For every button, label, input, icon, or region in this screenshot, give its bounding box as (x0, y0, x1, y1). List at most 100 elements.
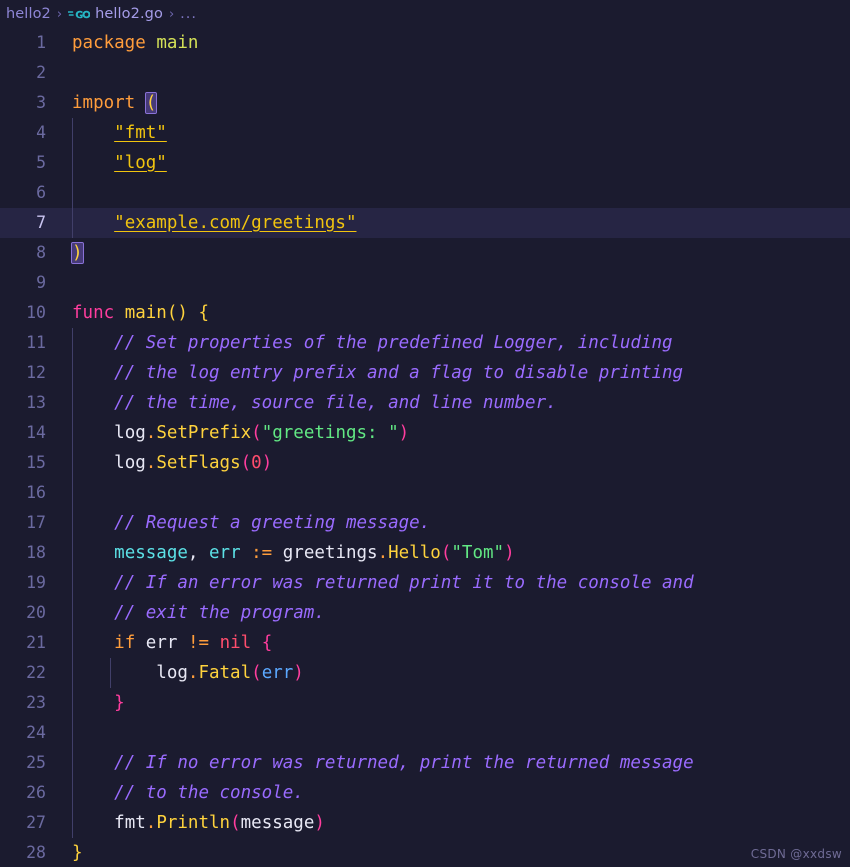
line-content: log.Fatal(err) (68, 658, 850, 688)
code-line[interactable]: 6 (0, 178, 850, 208)
code-line[interactable]: 24 (0, 718, 850, 748)
indent-guide (72, 808, 73, 838)
indent-guide (72, 418, 73, 448)
code-line[interactable]: 3 import ( (0, 88, 850, 118)
line-content: import ( (68, 88, 850, 118)
line-number: 7 (36, 213, 46, 232)
line-number: 21 (26, 633, 46, 652)
token-variable: err (209, 543, 241, 563)
token-bracket-close: ) (71, 242, 84, 264)
token-variable: message (114, 543, 188, 563)
line-content: // to the console. (68, 778, 850, 808)
token-brace-open: { (261, 633, 273, 653)
line-number: 6 (36, 183, 46, 202)
indent-guide (110, 658, 111, 688)
code-line[interactable]: 4 "fmt" (0, 118, 850, 148)
line-number: 5 (36, 153, 46, 172)
token-package: greetings (282, 543, 378, 563)
editor-window: hello2 › hello2.go › ... 1 package main … (0, 0, 850, 867)
line-number: 10 (26, 303, 46, 322)
code-line[interactable]: 15 log.SetFlags(0) (0, 448, 850, 478)
code-line[interactable]: 26 // to the console. (0, 778, 850, 808)
line-content: log.SetFlags(0) (68, 448, 850, 478)
code-line[interactable]: 10 func main() { (0, 298, 850, 328)
code-line[interactable]: 25 // If no error was returned, print th… (0, 748, 850, 778)
code-line[interactable]: 28 } (0, 838, 850, 867)
token-paren-close: ) (314, 813, 325, 833)
breadcrumb-overflow[interactable]: ... (180, 6, 197, 22)
code-line[interactable]: 18 message, err := greetings.Hello("Tom"… (0, 538, 850, 568)
token-object: log (114, 423, 146, 443)
line-number: 3 (36, 93, 46, 112)
token-comment: // If no error was returned, print the r… (114, 753, 694, 773)
breadcrumb-folder[interactable]: hello2 (6, 6, 51, 22)
code-line[interactable]: 16 (0, 478, 850, 508)
code-line[interactable]: 5 "log" (0, 148, 850, 178)
code-line[interactable]: 22 log.Fatal(err) (0, 658, 850, 688)
line-number: 16 (26, 483, 46, 502)
token-brace-close: } (114, 693, 125, 713)
token-comment: // If an error was returned print it to … (114, 573, 694, 593)
breadcrumb-separator-1: › (56, 6, 63, 22)
code-line[interactable]: 2 (0, 58, 850, 88)
token-comment: // exit the program. (114, 603, 325, 623)
indent-guide (72, 448, 73, 478)
breadcrumb-file[interactable]: hello2.go (95, 6, 163, 22)
token-keyword: if (114, 633, 136, 653)
line-number: 13 (26, 393, 46, 412)
code-line-active[interactable]: 7 "example.com/greetings" (0, 208, 850, 238)
token-method: Fatal (198, 663, 252, 683)
breadcrumb: hello2 › hello2.go › ... (0, 0, 850, 28)
line-number: 4 (36, 123, 46, 142)
token-keyword: package (72, 33, 146, 53)
token-nil: nil (219, 633, 252, 653)
line-content: ) (68, 238, 850, 268)
indent-guide (72, 358, 73, 388)
line-number: 15 (26, 453, 46, 472)
token-argument: message (240, 813, 315, 833)
line-number: 25 (26, 753, 46, 772)
token-argument: err (261, 663, 294, 683)
indent-guide (72, 628, 73, 658)
token-import-path[interactable]: "example.com/greetings" (114, 213, 356, 233)
code-line[interactable]: 27 fmt.Println(message) (0, 808, 850, 838)
token-method: Hello (388, 543, 441, 563)
code-line[interactable]: 21 if err != nil { (0, 628, 850, 658)
token-dot: . (145, 423, 157, 443)
line-content: message, err := greetings.Hello("Tom") (68, 538, 850, 568)
line-number: 12 (26, 363, 46, 382)
code-line[interactable]: 23 } (0, 688, 850, 718)
token-paren-close: ) (261, 453, 273, 473)
code-line[interactable]: 20 // exit the program. (0, 598, 850, 628)
token-dot: . (377, 543, 389, 563)
line-content: // the time, source file, and line numbe… (68, 388, 850, 418)
watermark: CSDN @xxdsw (750, 847, 842, 861)
code-line[interactable]: 1 package main (0, 28, 850, 58)
code-line[interactable]: 12 // the log entry prefix and a flag to… (0, 358, 850, 388)
code-line[interactable]: 14 log.SetPrefix("greetings: ") (0, 418, 850, 448)
code-editor[interactable]: 1 package main 2 3 import ( 4 "fmt" 5 "l… (0, 28, 850, 867)
code-line[interactable]: 19 // If an error was returned print it … (0, 568, 850, 598)
code-line[interactable]: 11 // Set properties of the predefined L… (0, 328, 850, 358)
token-comma: , (187, 543, 209, 563)
token-paren-open: ( (230, 813, 241, 833)
token-import-path[interactable]: "log" (114, 153, 167, 173)
line-content: } (68, 838, 850, 867)
line-content: } (68, 688, 850, 718)
token-func-keyword: func (72, 303, 115, 323)
line-number: 27 (26, 813, 46, 832)
token-import-path[interactable]: "fmt" (114, 123, 167, 143)
line-content (68, 58, 850, 88)
indent-guide (72, 658, 73, 688)
line-content: log.SetPrefix("greetings: ") (68, 418, 850, 448)
line-number: 20 (26, 603, 46, 622)
token-paren-open: ( (251, 663, 262, 683)
indent-guide (72, 478, 73, 508)
code-line[interactable]: 13 // the time, source file, and line nu… (0, 388, 850, 418)
code-line[interactable]: 8 ) (0, 238, 850, 268)
line-content: // Request a greeting message. (68, 508, 850, 538)
line-number: 17 (26, 513, 46, 532)
token-variable: err (145, 633, 178, 653)
code-line[interactable]: 17 // Request a greeting message. (0, 508, 850, 538)
code-line[interactable]: 9 (0, 268, 850, 298)
